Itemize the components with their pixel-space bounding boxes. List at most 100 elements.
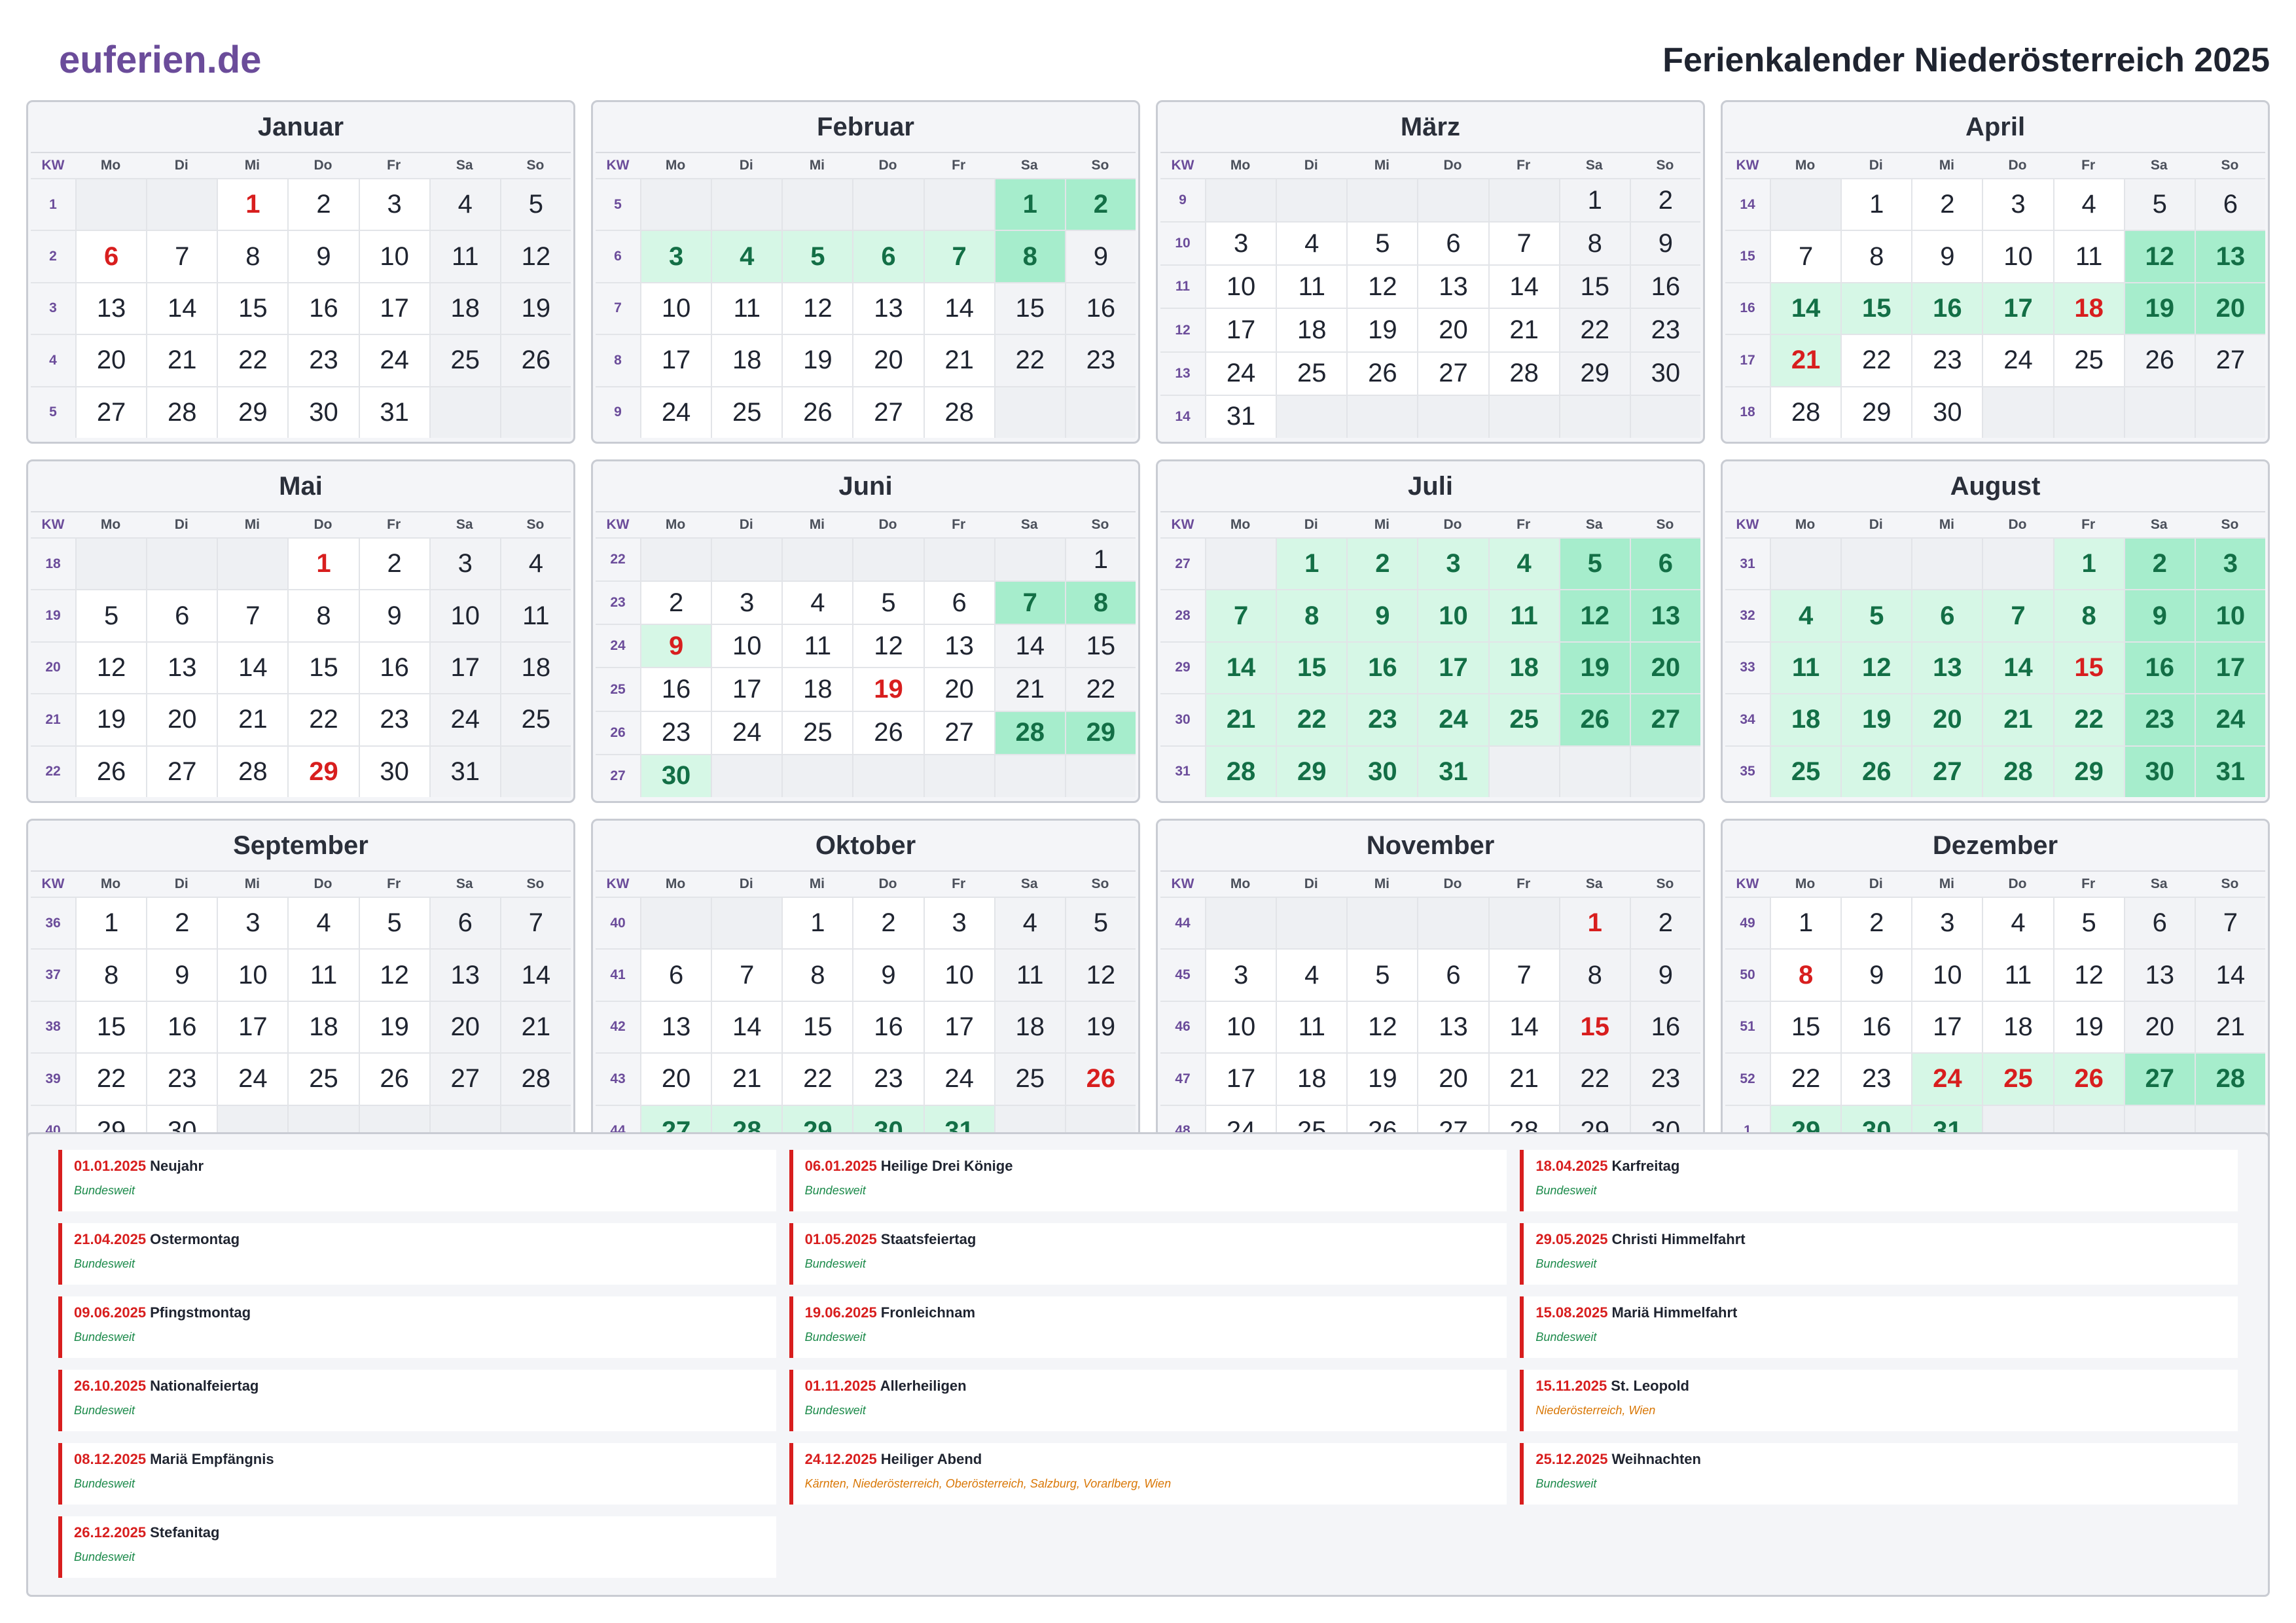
day-cell[interactable]: 30 [640, 755, 711, 797]
day-cell[interactable]: 27 [923, 711, 994, 754]
day-cell[interactable]: 18 [1770, 694, 1841, 745]
day-cell[interactable]: 21 [1488, 1054, 1559, 1105]
day-cell[interactable]: 23 [287, 335, 359, 386]
day-cell[interactable]: 18 [1488, 642, 1559, 694]
day-cell[interactable]: 10 [1982, 231, 2053, 282]
day-cell[interactable]: 14 [2194, 950, 2265, 1001]
day-cell[interactable]: 12 [781, 283, 853, 334]
day-cell[interactable]: 14 [1770, 283, 1841, 334]
day-cell[interactable]: 27 [1417, 352, 1488, 395]
day-cell[interactable]: 1 [994, 179, 1065, 230]
day-cell[interactable]: 9 [640, 625, 711, 668]
day-cell[interactable]: 15 [75, 1001, 147, 1053]
day-cell[interactable]: 25 [1488, 694, 1559, 745]
day-cell[interactable]: 31 [1417, 746, 1488, 797]
day-cell[interactable]: 20 [852, 335, 924, 386]
day-cell[interactable]: 12 [1346, 1001, 1418, 1053]
day-cell[interactable]: 19 [781, 335, 853, 386]
day-cell[interactable]: 6 [146, 590, 217, 641]
day-cell[interactable]: 19 [2053, 1001, 2124, 1053]
day-cell[interactable]: 19 [1840, 694, 1912, 745]
day-cell[interactable]: 9 [1064, 231, 1136, 282]
day-cell[interactable]: 7 [711, 950, 782, 1001]
day-cell[interactable]: 15 [1840, 283, 1912, 334]
day-cell[interactable]: 20 [923, 668, 994, 711]
day-cell[interactable]: 1 [781, 898, 853, 949]
day-cell[interactable]: 2 [1840, 898, 1912, 949]
day-cell[interactable]: 1 [1558, 179, 1630, 222]
day-cell[interactable]: 2 [146, 898, 217, 949]
day-cell[interactable]: 23 [1840, 1054, 1912, 1105]
day-cell[interactable]: 11 [1982, 950, 2053, 1001]
day-cell[interactable]: 30 [1911, 387, 1982, 438]
day-cell[interactable]: 8 [1276, 590, 1347, 641]
day-cell[interactable]: 23 [640, 711, 711, 754]
day-cell[interactable]: 26 [499, 335, 571, 386]
day-cell[interactable]: 26 [781, 387, 853, 438]
day-cell[interactable]: 7 [1488, 223, 1559, 265]
day-cell[interactable]: 7 [1488, 950, 1559, 1001]
day-cell[interactable]: 3 [1982, 179, 2053, 230]
day-cell[interactable]: 21 [146, 335, 217, 386]
day-cell[interactable]: 20 [640, 1054, 711, 1105]
day-cell[interactable]: 2 [852, 898, 924, 949]
day-cell[interactable]: 11 [1770, 642, 1841, 694]
day-cell[interactable]: 31 [358, 387, 429, 438]
day-cell[interactable]: 8 [1064, 582, 1136, 624]
day-cell[interactable]: 10 [217, 950, 288, 1001]
day-cell[interactable]: 17 [429, 642, 500, 694]
day-cell[interactable]: 27 [429, 1054, 500, 1105]
day-cell[interactable]: 18 [1276, 1054, 1347, 1105]
day-cell[interactable]: 25 [1982, 1054, 2053, 1105]
day-cell[interactable]: 13 [146, 642, 217, 694]
day-cell[interactable]: 6 [2123, 898, 2195, 949]
day-cell[interactable]: 19 [1558, 642, 1630, 694]
day-cell[interactable]: 6 [1629, 539, 1700, 590]
day-cell[interactable]: 29 [2053, 746, 2124, 797]
day-cell[interactable]: 19 [1064, 1001, 1136, 1053]
day-cell[interactable]: 5 [852, 582, 924, 624]
day-cell[interactable]: 5 [2123, 179, 2195, 230]
day-cell[interactable]: 6 [1417, 223, 1488, 265]
day-cell[interactable]: 21 [2194, 1001, 2265, 1053]
day-cell[interactable]: 28 [1488, 352, 1559, 395]
day-cell[interactable]: 26 [1064, 1054, 1136, 1105]
day-cell[interactable]: 8 [1840, 231, 1912, 282]
day-cell[interactable]: 20 [2194, 283, 2265, 334]
day-cell[interactable]: 29 [1064, 711, 1136, 754]
day-cell[interactable]: 24 [640, 387, 711, 438]
day-cell[interactable]: 16 [146, 1001, 217, 1053]
day-cell[interactable]: 15 [2053, 642, 2124, 694]
day-cell[interactable]: 3 [358, 179, 429, 230]
day-cell[interactable]: 3 [1205, 950, 1276, 1001]
day-cell[interactable]: 22 [1770, 1054, 1841, 1105]
day-cell[interactable]: 9 [1629, 223, 1700, 265]
day-cell[interactable]: 10 [1911, 950, 1982, 1001]
day-cell[interactable]: 28 [1982, 746, 2053, 797]
day-cell[interactable]: 13 [923, 625, 994, 668]
day-cell[interactable]: 14 [994, 625, 1065, 668]
day-cell[interactable]: 22 [1064, 668, 1136, 711]
day-cell[interactable]: 31 [429, 746, 500, 797]
day-cell[interactable]: 8 [217, 231, 288, 282]
day-cell[interactable]: 25 [1770, 746, 1841, 797]
day-cell[interactable]: 21 [217, 694, 288, 745]
day-cell[interactable]: 11 [781, 625, 853, 668]
day-cell[interactable]: 24 [429, 694, 500, 745]
day-cell[interactable]: 3 [217, 898, 288, 949]
day-cell[interactable]: 16 [1629, 266, 1700, 308]
day-cell[interactable]: 8 [781, 950, 853, 1001]
day-cell[interactable]: 17 [711, 668, 782, 711]
day-cell[interactable]: 12 [1064, 950, 1136, 1001]
day-cell[interactable]: 24 [1205, 352, 1276, 395]
day-cell[interactable]: 20 [1629, 642, 1700, 694]
day-cell[interactable]: 5 [1346, 950, 1418, 1001]
day-cell[interactable]: 25 [781, 711, 853, 754]
day-cell[interactable]: 15 [287, 642, 359, 694]
day-cell[interactable]: 13 [640, 1001, 711, 1053]
day-cell[interactable]: 6 [923, 582, 994, 624]
day-cell[interactable]: 18 [1276, 309, 1347, 351]
day-cell[interactable]: 4 [287, 898, 359, 949]
day-cell[interactable]: 6 [852, 231, 924, 282]
day-cell[interactable]: 16 [1346, 642, 1418, 694]
